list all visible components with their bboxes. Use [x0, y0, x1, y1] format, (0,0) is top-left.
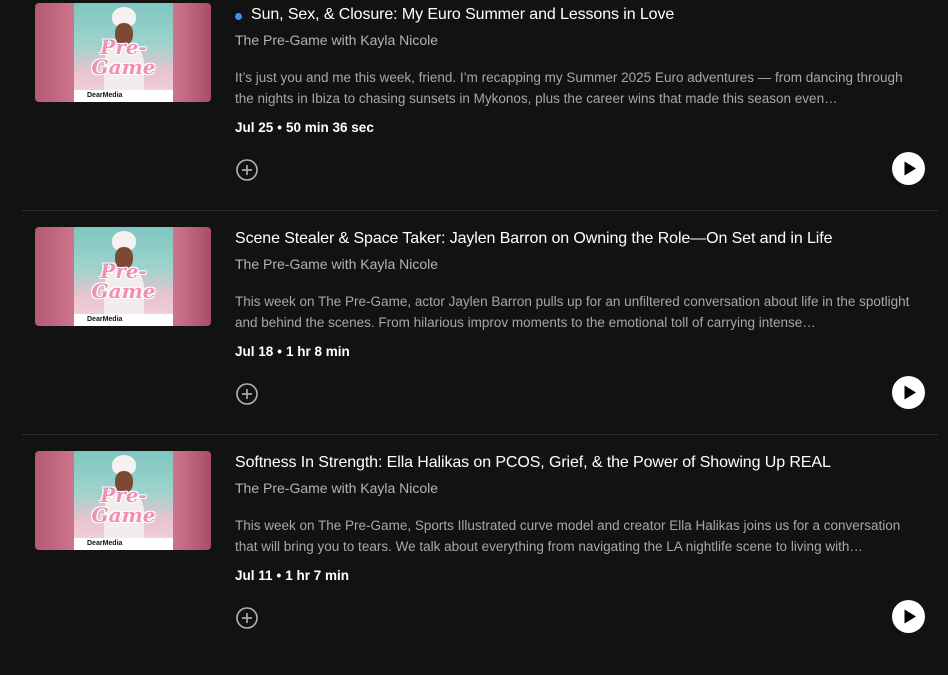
episode-duration: 50 min 36 sec	[286, 120, 374, 135]
play-button[interactable]	[892, 600, 925, 633]
cover-title: Pre-Game	[91, 35, 156, 79]
episode-row[interactable]: Pre-Game DearMedia Scene Stealer & Space…	[22, 227, 938, 451]
episode-cover[interactable]: Pre-Game DearMedia	[35, 451, 211, 550]
episode-title[interactable]: Softness In Strength: Ella Halikas on PC…	[235, 454, 831, 472]
play-button[interactable]	[892, 376, 925, 409]
episode-date: Jul 25	[235, 120, 274, 135]
meta-separator: •	[276, 568, 282, 583]
cover-badge: DearMedia	[74, 538, 173, 550]
episode-cover[interactable]: Pre-Game DearMedia	[35, 227, 211, 326]
episode-meta: Jul 25 • 50 min 36 sec	[235, 120, 374, 135]
episode-date: Jul 18	[235, 344, 274, 359]
episode-duration: 1 hr 8 min	[286, 344, 350, 359]
play-icon	[904, 161, 916, 176]
episode-title[interactable]: Sun, Sex, & Closure: My Euro Summer and …	[251, 6, 674, 24]
show-name[interactable]: The Pre-Game with Kayla Nicole	[235, 480, 438, 496]
episode-meta: Jul 11 • 1 hr 7 min	[235, 568, 349, 583]
episode-cover[interactable]: Pre-Game DearMedia	[35, 3, 211, 102]
episode-title[interactable]: Scene Stealer & Space Taker: Jaylen Barr…	[235, 230, 833, 248]
meta-separator: •	[277, 344, 283, 359]
play-icon	[904, 385, 916, 400]
row-divider	[22, 434, 938, 435]
cover-badge: DearMedia	[74, 90, 173, 102]
episode-description: This week on The Pre-Game, actor Jaylen …	[235, 294, 910, 330]
show-name[interactable]: The Pre-Game with Kayla Nicole	[235, 32, 438, 48]
meta-separator: •	[277, 120, 283, 135]
episode-list: Pre-Game DearMedia Sun, Sex, & Closure: …	[0, 0, 948, 657]
plus-circle-icon	[236, 607, 258, 629]
play-icon	[904, 609, 916, 624]
add-to-library-button[interactable]	[235, 382, 259, 406]
new-episode-dot	[235, 12, 242, 20]
plus-circle-icon	[236, 383, 258, 405]
cover-art: Pre-Game DearMedia	[74, 227, 173, 326]
cover-art: Pre-Game DearMedia	[74, 3, 173, 102]
episode-row[interactable]: Pre-Game DearMedia Softness In Strength:…	[22, 451, 938, 675]
episode-duration: 1 hr 7 min	[285, 568, 350, 583]
cover-art: Pre-Game DearMedia	[74, 451, 173, 550]
episode-row[interactable]: Pre-Game DearMedia Sun, Sex, & Closure: …	[22, 3, 938, 227]
episode-meta: Jul 18 • 1 hr 8 min	[235, 344, 350, 359]
cover-title: Pre-Game	[91, 259, 156, 303]
episode-description: It’s just you and me this week, friend. …	[235, 70, 903, 106]
row-divider	[22, 210, 938, 211]
show-name[interactable]: The Pre-Game with Kayla Nicole	[235, 256, 438, 272]
cover-title: Pre-Game	[91, 483, 156, 527]
episode-description: This week on The Pre-Game, Sports Illust…	[235, 518, 901, 554]
play-button[interactable]	[892, 152, 925, 185]
add-to-library-button[interactable]	[235, 158, 259, 182]
add-to-library-button[interactable]	[235, 606, 259, 630]
cover-badge: DearMedia	[74, 314, 173, 326]
episode-date: Jul 11	[235, 568, 273, 583]
plus-circle-icon	[236, 159, 258, 181]
